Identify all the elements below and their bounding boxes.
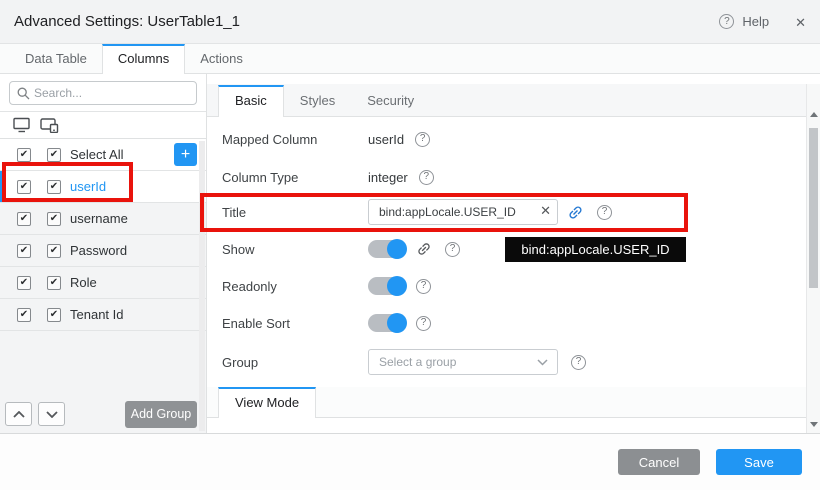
- list-item-username[interactable]: username: [0, 203, 206, 235]
- chevron-down-icon: [537, 359, 548, 366]
- mobile-checkbox[interactable]: [47, 244, 61, 258]
- enable-sort-toggle[interactable]: [368, 314, 406, 332]
- group-select-placeholder: Select a group: [379, 355, 456, 369]
- tab-actions[interactable]: Actions: [185, 44, 258, 73]
- group-row: Group Select a group: [222, 348, 586, 376]
- list-item-label: Select All: [70, 147, 123, 162]
- search-box[interactable]: [9, 81, 197, 105]
- tab-basic[interactable]: Basic: [218, 85, 284, 117]
- question-icon[interactable]: [416, 316, 431, 331]
- desktop-icon[interactable]: [13, 117, 31, 133]
- list-item-tenant-id[interactable]: Tenant Id: [0, 299, 206, 331]
- advanced-settings-dialog: Advanced Settings: UserTable1_1 Help Dat…: [0, 0, 820, 490]
- settings-tab-bar: Basic Styles Security: [207, 84, 806, 117]
- chevron-down-icon: [46, 411, 58, 418]
- enable-sort-row: Enable Sort: [222, 312, 431, 334]
- help-label[interactable]: Help: [742, 14, 769, 29]
- question-icon[interactable]: [597, 205, 612, 220]
- mobile-checkbox[interactable]: [47, 212, 61, 226]
- device-toggle-row: [0, 112, 206, 139]
- list-item-select-all[interactable]: Select All: [0, 139, 206, 171]
- scroll-down-icon[interactable]: [810, 422, 818, 427]
- main-tab-bar: Data Table Columns Actions: [0, 44, 820, 74]
- search-input[interactable]: [34, 82, 194, 104]
- show-toggle[interactable]: [368, 240, 406, 258]
- search-row: [0, 74, 206, 112]
- panel-scrollbar[interactable]: [806, 84, 820, 433]
- list-item-label: username: [70, 211, 128, 226]
- close-icon[interactable]: [795, 13, 806, 30]
- scroll-up-icon[interactable]: [810, 112, 818, 117]
- readonly-toggle[interactable]: [368, 277, 406, 295]
- desktop-checkbox[interactable]: [17, 276, 31, 290]
- columns-sidebar: Select All userId username Password: [0, 74, 207, 433]
- list-item-label: Tenant Id: [70, 307, 124, 322]
- show-row: Show: [222, 238, 460, 260]
- list-item-password[interactable]: Password: [0, 235, 206, 267]
- tab-view-mode[interactable]: View Mode: [218, 387, 316, 418]
- cancel-button[interactable]: Cancel: [618, 449, 700, 475]
- scrollbar-thumb[interactable]: [809, 128, 818, 288]
- tab-styles[interactable]: Styles: [284, 85, 351, 116]
- question-icon[interactable]: [445, 242, 460, 257]
- bind-tooltip: bind:appLocale.USER_ID: [505, 237, 686, 262]
- question-icon[interactable]: [416, 279, 431, 294]
- list-item-label: Password: [70, 243, 127, 258]
- question-icon[interactable]: [571, 355, 586, 370]
- save-button[interactable]: Save: [716, 449, 802, 475]
- page-title: Advanced Settings: UserTable1_1: [14, 13, 240, 30]
- list-item-userid[interactable]: userId: [0, 171, 206, 203]
- search-icon: [17, 87, 30, 100]
- dialog-footer: Cancel Save: [0, 433, 820, 490]
- desktop-checkbox[interactable]: [17, 180, 31, 194]
- sidebar-footer: Add Group: [0, 397, 206, 431]
- move-up-button[interactable]: [5, 402, 32, 426]
- dialog-body: Select All userId username Password: [0, 74, 820, 433]
- tab-columns[interactable]: Columns: [102, 44, 185, 74]
- tab-security[interactable]: Security: [351, 85, 430, 116]
- dialog-header: Advanced Settings: UserTable1_1 Help: [0, 0, 820, 44]
- column-type-value: integer: [368, 170, 408, 185]
- mobile-checkbox[interactable]: [47, 180, 61, 194]
- readonly-row: Readonly: [222, 275, 431, 297]
- field-label: Mapped Column: [222, 132, 368, 147]
- column-type-row: Column Type integer: [222, 164, 434, 190]
- list-item-label: Role: [70, 275, 97, 290]
- mapped-column-row: Mapped Column userId: [222, 126, 430, 152]
- desktop-checkbox[interactable]: [17, 148, 31, 162]
- mobile-checkbox[interactable]: [47, 276, 61, 290]
- tab-data-table[interactable]: Data Table: [10, 44, 102, 73]
- mapped-column-value: userId: [368, 132, 404, 147]
- mobile-checkbox[interactable]: [47, 308, 61, 322]
- clear-icon[interactable]: [540, 204, 551, 217]
- question-icon[interactable]: [419, 170, 434, 185]
- group-select[interactable]: Select a group: [368, 349, 558, 375]
- field-label: Readonly: [222, 279, 368, 294]
- bind-link-icon[interactable]: [416, 241, 432, 257]
- mobile-icon[interactable]: [40, 118, 59, 133]
- desktop-checkbox[interactable]: [17, 212, 31, 226]
- title-input[interactable]: [368, 199, 558, 225]
- field-label: Group: [222, 355, 368, 370]
- field-label: Column Type: [222, 170, 368, 185]
- field-label: Enable Sort: [222, 316, 368, 331]
- mobile-checkbox[interactable]: [47, 148, 61, 162]
- sidebar-scrollbar[interactable]: [199, 141, 205, 431]
- view-mode-tab-bar: View Mode: [207, 387, 806, 418]
- chevron-up-icon: [13, 411, 25, 418]
- add-column-button[interactable]: [174, 143, 197, 166]
- move-down-button[interactable]: [38, 402, 65, 426]
- question-icon[interactable]: [415, 132, 430, 147]
- list-item-label: userId: [70, 179, 106, 194]
- help-icon[interactable]: [719, 14, 734, 29]
- desktop-checkbox[interactable]: [17, 244, 31, 258]
- field-label: Title: [222, 205, 368, 220]
- list-item-role[interactable]: Role: [0, 267, 206, 299]
- title-row: Title: [222, 198, 612, 226]
- bind-link-icon[interactable]: [567, 204, 584, 221]
- add-group-button[interactable]: Add Group: [125, 401, 197, 428]
- desktop-checkbox[interactable]: [17, 308, 31, 322]
- field-label: Show: [222, 242, 368, 257]
